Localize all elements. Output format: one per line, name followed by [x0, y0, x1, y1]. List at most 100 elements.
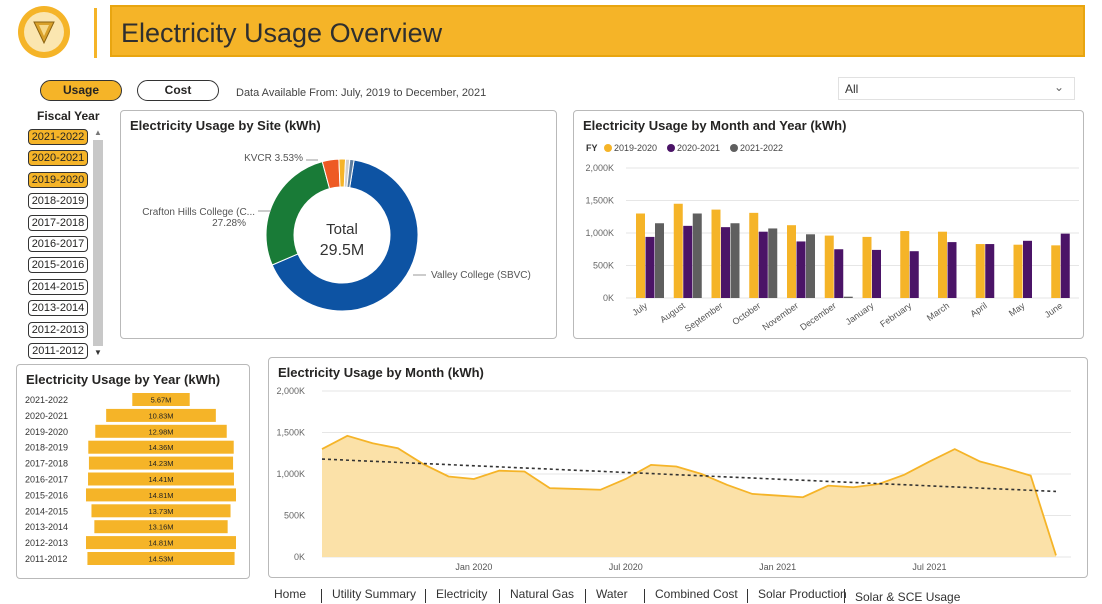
x-tick-label: Jul 2020 [609, 562, 643, 572]
header-divider [94, 8, 97, 58]
y-tick-label: 0K [294, 552, 305, 562]
usage-by-month-year-chart: FY 2019-2020 2020-2021 2021-2022 0K 500K 1,000… [585, 143, 1079, 334]
x-tick-label: November [760, 300, 800, 332]
nav-link[interactable]: Solar Production [758, 587, 847, 601]
bar[interactable] [758, 231, 768, 298]
year-bar-value: 13.16M [148, 523, 173, 532]
fiscal-year-option[interactable]: 2017-2018 [28, 214, 88, 231]
bar[interactable] [947, 242, 957, 298]
bar[interactable] [1060, 233, 1070, 298]
fiscal-year-scrollbar[interactable]: ▲ ▼ [92, 128, 104, 360]
fiscal-year-option[interactable]: 2013-2014 [28, 300, 88, 317]
year-label: 2018-2019 [25, 443, 68, 453]
fiscal-year-option[interactable]: 2015-2016 [28, 257, 88, 274]
bar[interactable] [843, 296, 853, 298]
y-tick-label: 1,500K [276, 428, 305, 438]
nav-separator [747, 589, 748, 603]
fiscal-year-option[interactable]: 2012-2013 [28, 321, 88, 338]
usage-by-site-chart: Total 29.5M Valley College (SBVC) Crafton H… [142, 153, 531, 312]
bar[interactable] [938, 231, 947, 298]
nav-link[interactable]: Utility Summary [332, 587, 416, 601]
bar[interactable] [692, 213, 702, 299]
x-tick-label: February [878, 300, 914, 329]
slice-label: KVCR 3.53% [244, 153, 303, 164]
fiscal-year-option[interactable]: 2021-2022 [28, 129, 88, 145]
bar[interactable] [1051, 245, 1061, 298]
arrowhead-icon [33, 21, 55, 45]
bar[interactable] [673, 203, 683, 298]
donut-center-value: 29.5M [320, 242, 364, 259]
year-bar-value: 14.53M [148, 555, 173, 564]
usage-toggle-button[interactable]: Usage [40, 80, 122, 101]
slice-label: Valley College (SBVC) [431, 270, 531, 281]
scroll-down-icon[interactable]: ▼ [94, 348, 102, 357]
fiscal-year-option[interactable]: 2016-2017 [28, 236, 88, 252]
fiscal-year-option[interactable]: 2018-2019 [28, 193, 88, 210]
site-filter-value: All [845, 82, 859, 96]
legend-marker [667, 144, 675, 152]
site-filter-dropdown[interactable]: All ⌄ [838, 77, 1075, 100]
bar[interactable] [985, 244, 995, 298]
year-label: 2013-2014 [25, 522, 68, 532]
fiscal-year-option[interactable]: 2011-2012 [28, 343, 88, 359]
bar[interactable] [1023, 240, 1032, 298]
year-label: 2014-2015 [25, 506, 68, 516]
bar[interactable] [636, 213, 645, 299]
year-label: 2020-2021 [25, 411, 68, 421]
year-label: 2019-2020 [25, 427, 68, 437]
year-bar-value: 14.81M [148, 491, 173, 500]
legend-marker [730, 144, 738, 152]
x-tick-label: June [1043, 300, 1065, 319]
x-tick-label: January [844, 300, 876, 327]
bar[interactable] [834, 249, 844, 298]
y-tick-label: 500K [284, 511, 305, 521]
bar[interactable] [683, 225, 693, 298]
x-tick-label: Jan 2021 [759, 562, 796, 572]
nav-link[interactable]: Natural Gas [510, 587, 574, 601]
year-label: 2021-2022 [25, 395, 68, 405]
nav-link[interactable]: Water [596, 587, 628, 601]
nav-link[interactable]: Home [274, 587, 306, 601]
bar[interactable] [787, 225, 796, 298]
year-bar-value: 12.98M [148, 427, 173, 436]
bar[interactable] [1013, 244, 1023, 298]
bar[interactable] [796, 241, 806, 298]
nav-link[interactable]: Electricity [436, 587, 487, 601]
year-label: 2015-2016 [25, 490, 68, 500]
bar[interactable] [900, 231, 910, 298]
bar[interactable] [655, 223, 664, 298]
chevron-down-icon: ⌄ [1053, 80, 1064, 94]
fiscal-year-option[interactable]: 2019-2020 [28, 171, 88, 188]
scroll-up-icon[interactable]: ▲ [94, 128, 102, 137]
scrollbar-thumb[interactable] [93, 140, 103, 346]
usage-by-month-chart: 0K 500K 1,000K 1,500K 2,000K Jan 2020 Jul 2020… [276, 386, 1071, 572]
usage-by-year-card: Electricity Usage by Year (kWh) 2021-202… [16, 364, 250, 579]
nav-separator [321, 589, 322, 603]
x-tick-label: October [730, 300, 762, 327]
y-tick-label: 2,000K [585, 163, 614, 173]
bar[interactable] [975, 244, 985, 298]
nav-separator [585, 589, 586, 603]
bar[interactable] [768, 228, 778, 298]
bar[interactable] [721, 227, 730, 298]
bar[interactable] [862, 236, 872, 298]
bar[interactable] [909, 251, 919, 298]
bar[interactable] [711, 209, 721, 298]
legend-label: 2021-2022 [740, 143, 783, 153]
fiscal-year-option[interactable]: 2014-2015 [28, 278, 88, 295]
bar[interactable] [824, 235, 834, 298]
year-bar-value: 10.83M [148, 411, 173, 420]
nav-link[interactable]: Solar & SCE Usage [855, 590, 960, 604]
bar[interactable] [730, 223, 740, 298]
bar[interactable] [872, 249, 881, 298]
bar[interactable] [645, 236, 655, 298]
y-tick-label: 2,000K [276, 386, 305, 396]
nav-link[interactable]: Combined Cost [655, 587, 738, 601]
cost-toggle-button[interactable]: Cost [137, 80, 219, 101]
usage-by-month-year-card: Electricity Usage by Month and Year (kWh… [573, 110, 1084, 339]
x-tick-label: March [925, 300, 951, 323]
bar[interactable] [749, 212, 759, 298]
slice-sublabel: 27.28% [212, 218, 246, 229]
bar[interactable] [806, 234, 815, 298]
fiscal-year-option[interactable]: 2020-2021 [28, 150, 88, 167]
